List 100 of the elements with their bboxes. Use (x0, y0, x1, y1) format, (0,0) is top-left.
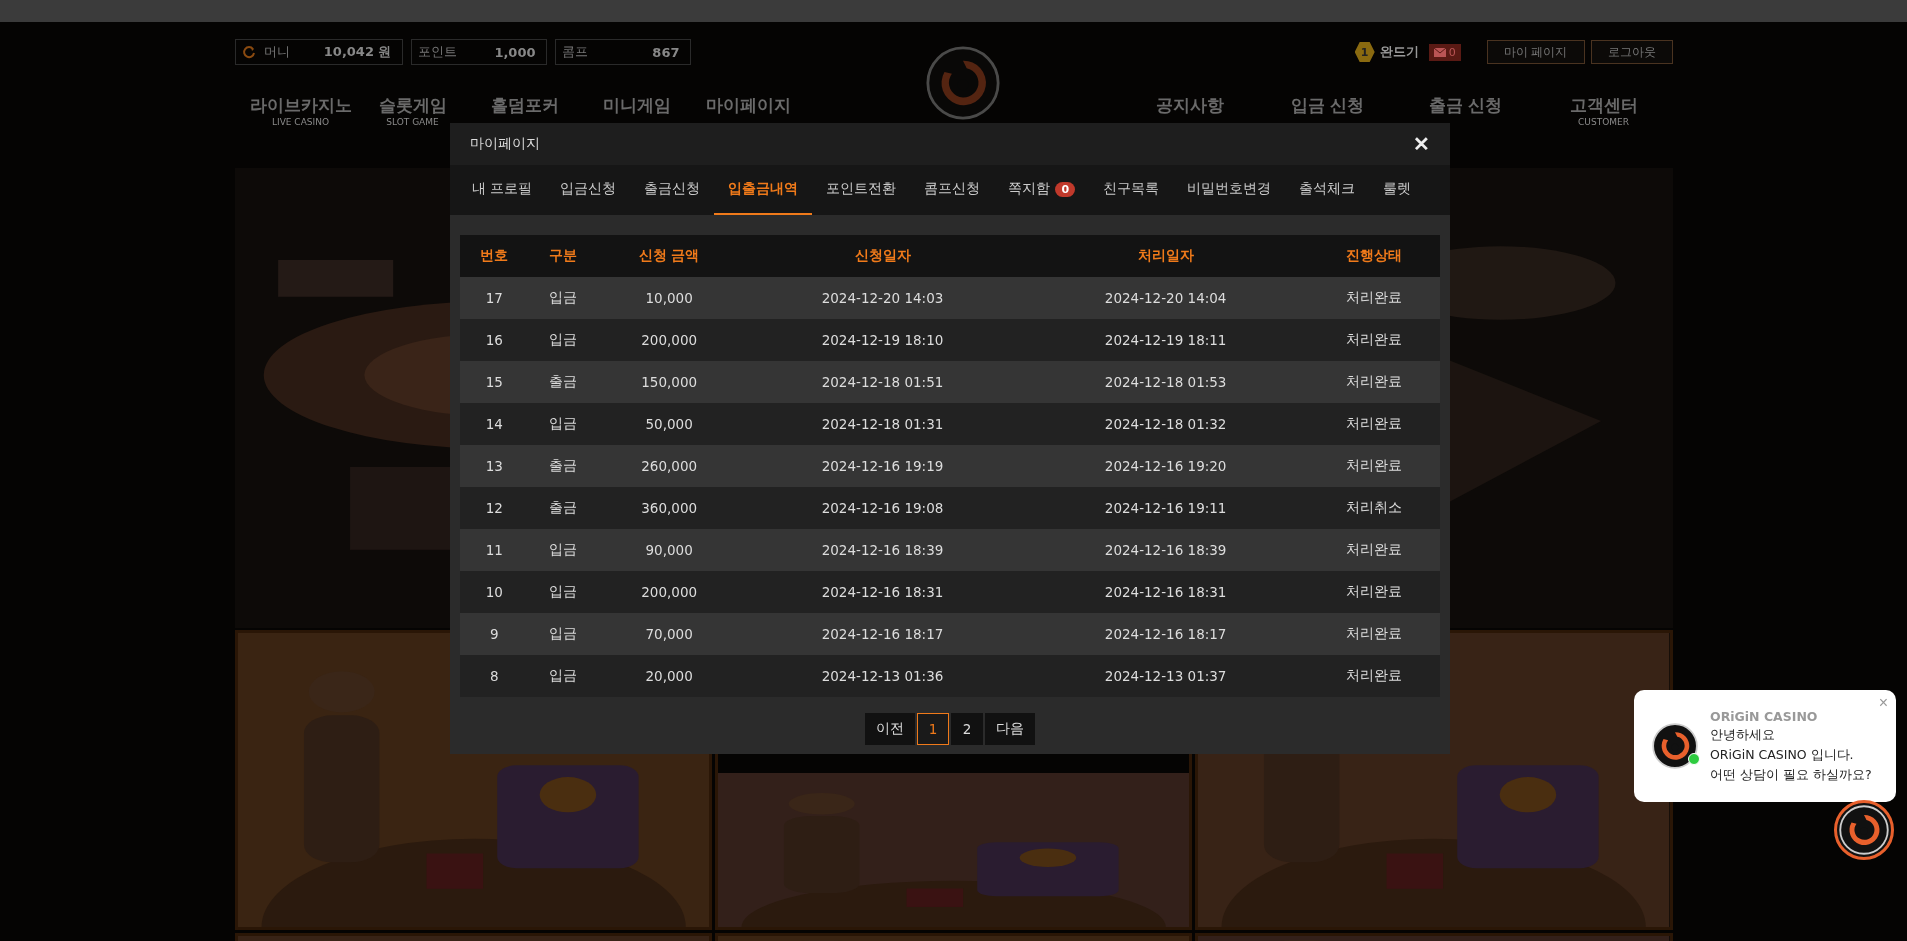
table-cell: 12 (460, 487, 529, 529)
table-cell: 처리완료 (1307, 529, 1440, 571)
avatar-icon (1652, 723, 1698, 769)
table-cell: 14 (460, 403, 529, 445)
table-cell: 처리완료 (1307, 613, 1440, 655)
table-cell: 2024-12-18 01:32 (1024, 403, 1308, 445)
page-button[interactable]: 1 (917, 713, 949, 745)
page-button[interactable]: 2 (951, 713, 983, 745)
nav-link[interactable]: 슬롯게임 (378, 94, 447, 117)
table-cell: 입금 (528, 319, 598, 361)
modal-title: 마이페이지 (470, 135, 540, 153)
nav-link[interactable]: 고객센터 (1569, 94, 1638, 117)
nav-link[interactable]: 마이페이지 (706, 94, 791, 117)
tab[interactable]: 친구목록 (1089, 165, 1174, 215)
table-cell: 2024-12-18 01:51 (740, 361, 1025, 403)
nav-subtitle: SLOT GAME (386, 117, 439, 127)
nav-link[interactable]: 공지사항 (1155, 94, 1224, 117)
table-cell: 9 (460, 613, 529, 655)
wallet-field: 포인트 1,000 (410, 39, 547, 65)
table-cell: 2024-12-16 18:39 (740, 529, 1025, 571)
table-cell: 입금 (528, 655, 598, 697)
table-cell: 2024-12-16 19:08 (740, 487, 1025, 529)
nav-link[interactable]: 출금 신청 (1428, 94, 1503, 117)
username: 완드기 (1379, 43, 1419, 61)
table-cell: 2024-12-16 19:19 (740, 445, 1025, 487)
tab[interactable]: 비밀번호변경 (1173, 165, 1286, 215)
tab[interactable]: 포인트전환 (812, 165, 911, 215)
column-header: 구분 (528, 235, 598, 277)
chat-button[interactable] (1834, 800, 1894, 860)
table-cell: 17 (460, 277, 529, 319)
table-cell: 처리완료 (1307, 277, 1440, 319)
table-cell: 10,000 (597, 277, 741, 319)
table-cell: 2024-12-16 19:11 (1024, 487, 1308, 529)
chat-message: 어떤 상담이 필요 하실까요? (1710, 766, 1872, 784)
level-badge: 1 (1354, 42, 1375, 62)
header-button[interactable]: 로그아웃 (1590, 40, 1673, 64)
chat-brand: ORiGiN CASINO (1710, 708, 1819, 724)
column-header: 번호 (460, 235, 529, 277)
tab[interactable]: 입출금내역 (714, 165, 813, 215)
table-cell: 70,000 (597, 613, 741, 655)
refresh-icon[interactable] (241, 45, 256, 59)
table-cell: 200,000 (597, 571, 741, 613)
table-cell: 2024-12-13 01:36 (740, 655, 1025, 697)
nav-link[interactable]: 홀덤포커 (490, 94, 559, 117)
table-cell: 처리완료 (1307, 403, 1440, 445)
table-cell: 20,000 (597, 655, 741, 697)
table-cell: 10 (460, 571, 529, 613)
table-cell: 처리완료 (1307, 319, 1440, 361)
column-header: 신청 금액 (597, 235, 741, 277)
next-button[interactable]: 다음 (985, 713, 1035, 745)
tab[interactable]: 출금신청 (630, 165, 715, 215)
table-cell: 360,000 (597, 487, 741, 529)
tab[interactable]: 내 프로필 (458, 165, 547, 215)
table-cell: 처리완료 (1307, 445, 1440, 487)
table-cell: 출금 (528, 487, 598, 529)
logo-icon (1839, 805, 1889, 855)
table-cell: 8 (460, 655, 529, 697)
table-cell: 150,000 (597, 361, 741, 403)
table-cell: 입금 (528, 571, 598, 613)
column-header: 처리일자 (1024, 235, 1308, 277)
table-cell: 2024-12-20 14:04 (1024, 277, 1308, 319)
table-cell: 입금 (528, 277, 598, 319)
nav-link[interactable]: 라이브카지노 (249, 94, 352, 117)
tab[interactable]: 쪽지함 0 (994, 165, 1090, 215)
table-cell: 처리완료 (1307, 655, 1440, 697)
table-cell: 2024-12-18 01:53 (1024, 361, 1308, 403)
table-cell: 출금 (528, 445, 598, 487)
wallet-field: 머니 10,042 원 (234, 39, 403, 65)
chat-message: 안녕하세요 (1710, 726, 1776, 744)
chat-message: ORiGiN CASINO 입니다. (1710, 746, 1855, 764)
tab[interactable]: 입금신청 (546, 165, 631, 215)
column-header: 신청일자 (740, 235, 1025, 277)
table-cell: 13 (460, 445, 529, 487)
table-cell: 2024-12-13 01:37 (1024, 655, 1308, 697)
table-cell: 2024-12-16 19:20 (1024, 445, 1308, 487)
table-cell: 2024-12-16 18:17 (740, 613, 1025, 655)
prev-button[interactable]: 이전 (865, 713, 915, 745)
tab[interactable]: 출석체크 (1285, 165, 1370, 215)
table-cell: 50,000 (597, 403, 741, 445)
tab[interactable]: 콤프신청 (910, 165, 995, 215)
table-cell: 16 (460, 319, 529, 361)
table-cell: 2024-12-19 18:10 (740, 319, 1025, 361)
tab[interactable]: 룰렛 (1369, 165, 1426, 215)
nav-link[interactable]: 입금 신청 (1290, 94, 1365, 117)
table-cell: 처리완료 (1307, 571, 1440, 613)
table-cell: 11 (460, 529, 529, 571)
header-button[interactable]: 마이 페이지 (1486, 40, 1585, 64)
table-cell: 출금 (528, 361, 598, 403)
close-button[interactable]: ✕ (1413, 132, 1430, 156)
nav-link[interactable]: 미니게임 (602, 94, 671, 117)
table-cell: 2024-12-16 18:31 (740, 571, 1025, 613)
table-cell: 입금 (528, 529, 598, 571)
count-badge: 0 (1055, 181, 1076, 197)
table-cell: 2024-12-20 14:03 (740, 277, 1025, 319)
nav-subtitle: LIVE CASINO (272, 117, 329, 127)
wallet-field: 콤프 867 (554, 39, 691, 65)
table-cell: 15 (460, 361, 529, 403)
table-cell: 입금 (528, 613, 598, 655)
table-cell: 2024-12-18 01:31 (740, 403, 1025, 445)
table-cell: 처리완료 (1307, 361, 1440, 403)
